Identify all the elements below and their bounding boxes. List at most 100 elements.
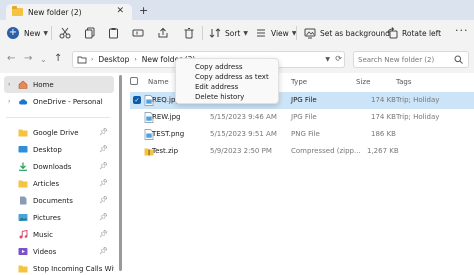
pin-icon: 📌︎: [99, 196, 108, 204]
column-header-size[interactable]: Size: [356, 78, 370, 86]
view-button[interactable]: View ▼: [255, 27, 296, 39]
pictures-icon: [18, 214, 28, 221]
tab-title: New folder (2): [28, 7, 82, 17]
sort-icon: [209, 28, 221, 38]
sidebar-scrollbar[interactable]: [119, 75, 122, 271]
file-row-test-png[interactable]: TEST.png 5/15/2023 9:51 AM PNG File 186 …: [130, 126, 474, 143]
column-header-name[interactable]: Name: [148, 78, 169, 86]
sidebar-item-label: Stop Incoming Calls Withou: [33, 264, 114, 273]
file-tags: Trip; Holiday: [396, 113, 440, 121]
sidebar-item-documents[interactable]: Documents 📌︎: [0, 192, 114, 209]
file-date-modified: 5/15/2023 9:46 AM: [210, 113, 277, 121]
pin-icon: 📌︎: [99, 179, 108, 187]
documents-icon: [20, 196, 27, 205]
sort-button[interactable]: Sort ▼: [209, 27, 248, 39]
file-name: Test.zip: [152, 147, 179, 155]
share-icon[interactable]: [157, 27, 169, 39]
cut-icon[interactable]: [59, 27, 71, 39]
sidebar-item-videos[interactable]: Videos 📌︎: [0, 243, 114, 260]
set-as-background-label: Set as background: [320, 28, 390, 38]
close-tab-icon[interactable]: ✕: [116, 6, 124, 16]
add-tab-icon[interactable]: +: [139, 4, 148, 17]
sidebar-item-label: OneDrive - Personal: [33, 97, 103, 106]
menu-item-copy-address[interactable]: Copy address: [195, 63, 242, 71]
paste-icon[interactable]: [108, 27, 120, 39]
copy-icon[interactable]: [84, 27, 96, 39]
sidebar-item-google-drive[interactable]: Google Drive 📌︎: [0, 124, 114, 141]
sidebar-item-pictures[interactable]: Pictures 📌︎: [0, 209, 114, 226]
file-type: JPG File: [291, 113, 317, 121]
file-type: PNG File: [291, 130, 320, 138]
row-checkbox[interactable]: ✓: [133, 96, 141, 104]
pin-icon: 📌︎: [99, 145, 108, 153]
file-type: JPG File: [291, 96, 317, 104]
file-size: 1,267 KB: [367, 147, 399, 155]
sidebar-item-label: Desktop: [33, 145, 62, 154]
file-row-rew-jpg[interactable]: REW.jpg 5/15/2023 9:46 AM JPG File 174 K…: [130, 109, 474, 126]
menu-item-delete-history[interactable]: Delete history: [195, 93, 244, 101]
menu-item-copy-address-as-text[interactable]: Copy address as text: [195, 73, 269, 81]
sidebar-item-label: Google Drive: [33, 128, 79, 137]
sidebar-item-music[interactable]: Music 📌︎: [0, 226, 114, 243]
search-box[interactable]: [353, 51, 469, 68]
breadcrumb-desktop[interactable]: Desktop: [98, 55, 129, 64]
breadcrumb-separator: ›: [134, 56, 137, 63]
pin-icon: 📌︎: [99, 213, 108, 221]
address-context-menu: Copy address Copy address as text Edit a…: [175, 58, 279, 104]
more-options-icon[interactable]: ···: [455, 24, 469, 37]
new-button[interactable]: + New ▼: [7, 27, 48, 39]
address-history-chevron-icon[interactable]: ▼: [325, 56, 330, 63]
column-header-tags[interactable]: Tags: [396, 78, 412, 86]
refresh-icon[interactable]: ⟳: [335, 54, 342, 63]
rotate-left-button[interactable]: Rotate left: [386, 27, 441, 39]
back-arrow-icon[interactable]: ←: [7, 53, 15, 64]
file-size: 174 KB: [371, 96, 396, 104]
sidebar-item-label: Home: [33, 80, 54, 89]
pin-icon: 📌︎: [99, 128, 108, 136]
file-date-modified: 5/15/2023 9:51 AM: [210, 130, 277, 138]
chevron-down-icon: ▼: [243, 29, 248, 37]
file-date-modified: 5/9/2023 2:50 PM: [210, 147, 272, 155]
download-icon: [19, 162, 27, 171]
pin-icon: 📌︎: [99, 162, 108, 170]
sidebar-item-articles[interactable]: Articles 📌︎: [0, 175, 114, 192]
sidebar-item-home[interactable]: › Home: [4, 76, 114, 93]
set-as-background-button[interactable]: Set as background: [304, 27, 390, 39]
search-input[interactable]: [354, 52, 450, 67]
recent-locations-icon[interactable]: ⌄: [40, 55, 47, 64]
rotate-left-icon: [387, 27, 398, 39]
forward-arrow-icon[interactable]: →: [24, 53, 32, 64]
rename-icon[interactable]: [132, 27, 144, 39]
delete-icon[interactable]: [183, 27, 195, 39]
sidebar-item-onedrive[interactable]: › OneDrive - Personal: [0, 93, 114, 110]
command-bar: + New ▼ Sort ▼ View ▼ Set as background …: [0, 20, 474, 47]
toolbar-divider: [202, 26, 203, 40]
cloud-icon: [19, 99, 28, 105]
rotate-left-label: Rotate left: [402, 28, 442, 38]
pin-icon: 📌︎: [99, 230, 108, 238]
sidebar-item-label: Downloads: [33, 162, 72, 171]
expand-chevron-icon[interactable]: ›: [8, 81, 18, 88]
desktop-icon: [18, 146, 28, 153]
sidebar-item-stop-incoming-calls[interactable]: Stop Incoming Calls Withou: [0, 260, 114, 275]
videos-icon: [18, 248, 28, 255]
folder-icon: [18, 129, 28, 137]
up-arrow-icon[interactable]: ↑: [54, 53, 62, 64]
select-all-checkbox[interactable]: [130, 77, 138, 85]
sidebar-item-downloads[interactable]: Downloads 📌︎: [0, 158, 114, 175]
menu-item-edit-address[interactable]: Edit address: [195, 83, 238, 91]
folder-outline-icon: [77, 56, 87, 64]
sidebar-item-desktop[interactable]: Desktop 📌︎: [0, 141, 114, 158]
desktop-background-icon: [304, 28, 316, 39]
file-row-test-zip[interactable]: Test.zip 5/9/2023 2:50 PM Compressed (zi…: [130, 143, 474, 160]
expand-chevron-icon[interactable]: ›: [8, 98, 18, 105]
sidebar-item-label: Videos: [33, 247, 57, 256]
file-size: 174 KB: [371, 113, 396, 121]
search-icon: [454, 55, 463, 64]
view-label: View: [271, 28, 289, 38]
sidebar-item-label: Articles: [33, 179, 60, 188]
file-name: TEST.png: [152, 130, 185, 138]
window-tab[interactable]: New folder (2) ✕: [6, 4, 132, 20]
file-name: REW.jpg: [152, 113, 181, 121]
column-header-type[interactable]: Type: [291, 78, 307, 86]
